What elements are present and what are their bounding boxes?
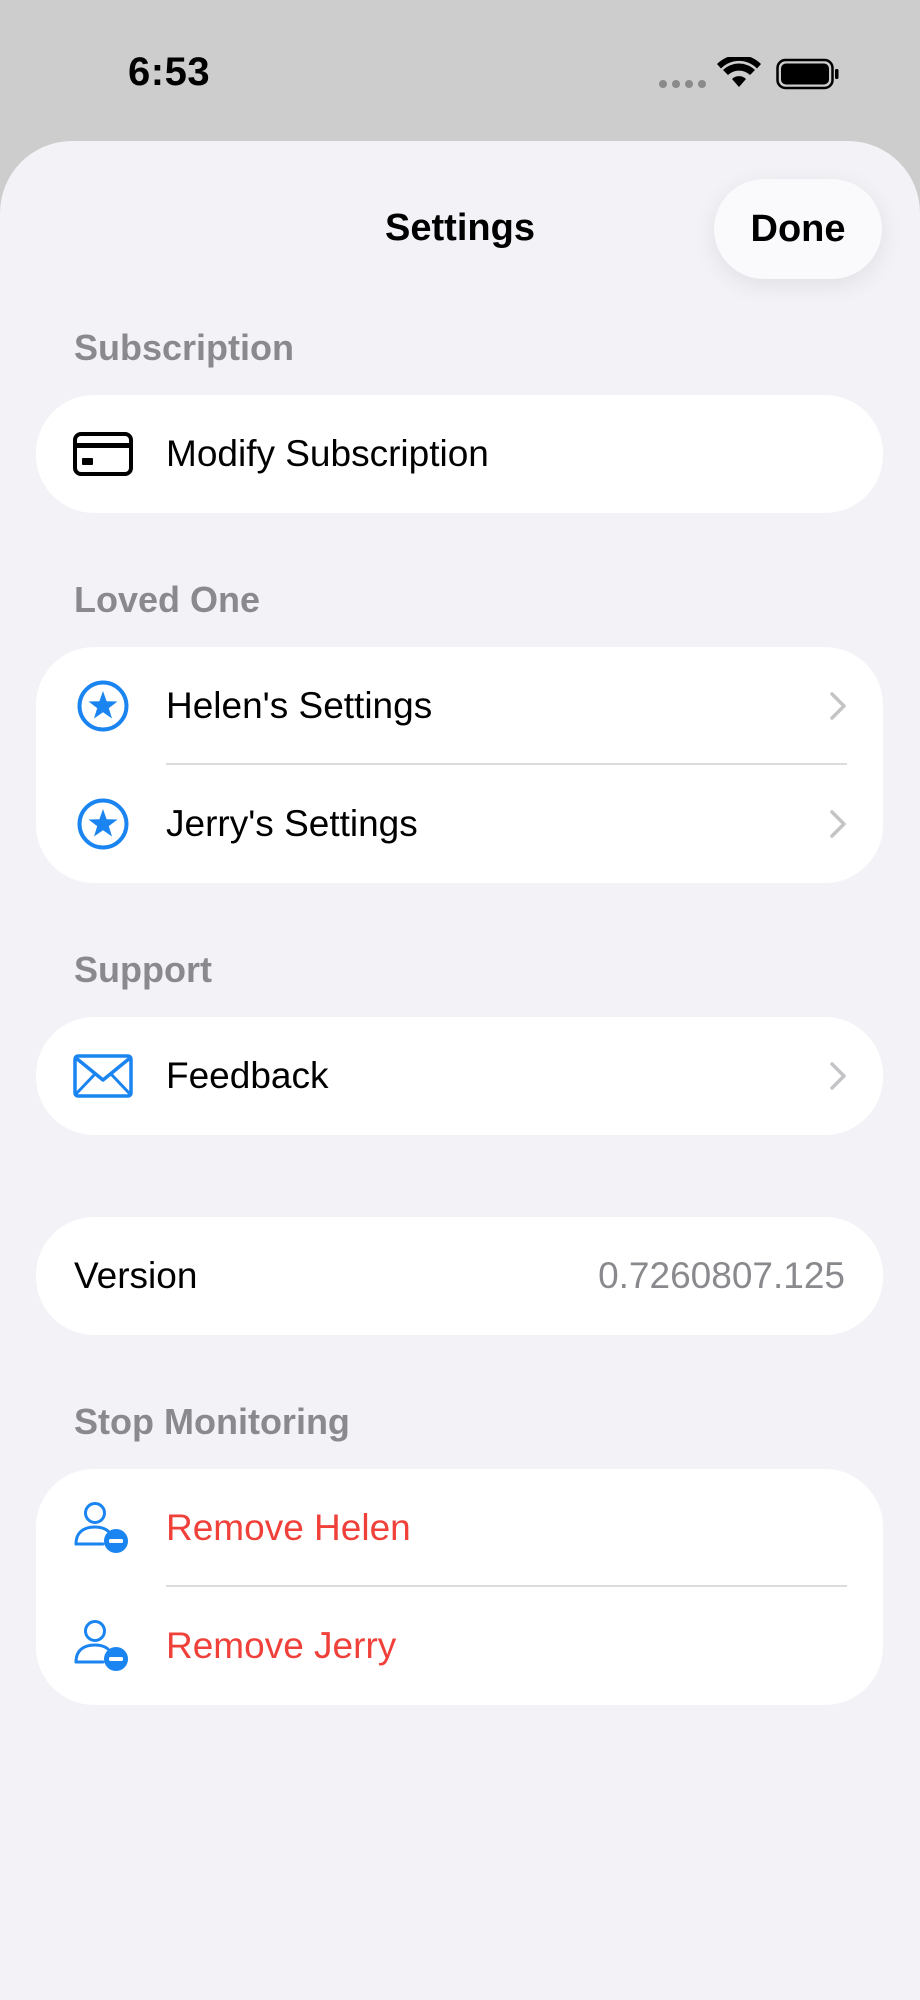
person-remove-icon: [72, 1615, 134, 1677]
star-circle-icon: [72, 675, 134, 737]
version-group: Version 0.7260807.125: [36, 1217, 883, 1335]
star-circle-icon: [72, 793, 134, 855]
remove-jerry-row[interactable]: Remove Jerry: [36, 1587, 883, 1705]
cellular-signal-icon: [659, 80, 706, 88]
section-header-loved-one: Loved One: [74, 579, 261, 620]
section-header-support: Support: [74, 949, 212, 990]
jerry-settings-label: Jerry's Settings: [166, 803, 418, 844]
jerry-settings-row[interactable]: Jerry's Settings: [36, 765, 883, 883]
remove-helen-label: Remove Helen: [166, 1507, 411, 1548]
status-time: 6:53: [128, 50, 211, 94]
version-value: 0.7260807.125: [598, 1255, 845, 1296]
feedback-label: Feedback: [166, 1055, 329, 1096]
feedback-row[interactable]: Feedback: [36, 1017, 883, 1135]
chevron-right-icon: [830, 692, 846, 720]
modify-subscription-row[interactable]: Modify Subscription: [36, 395, 883, 513]
modify-subscription-label: Modify Subscription: [166, 433, 489, 474]
version-label: Version: [74, 1255, 198, 1296]
version-row: Version 0.7260807.125: [36, 1217, 883, 1335]
battery-icon: [776, 58, 839, 90]
subscription-group: Modify Subscription: [36, 395, 883, 513]
loved-one-group: Helen's Settings Jerry's Settings: [36, 647, 883, 883]
wifi-icon: [717, 57, 761, 87]
envelope-icon: [72, 1045, 134, 1107]
remove-helen-row[interactable]: Remove Helen: [36, 1469, 883, 1587]
done-button[interactable]: Done: [714, 179, 882, 279]
chevron-right-icon: [830, 1062, 846, 1090]
credit-card-icon: [72, 423, 134, 485]
stop-monitoring-group: Remove Helen Remove Jerry: [36, 1469, 883, 1705]
remove-jerry-label: Remove Jerry: [166, 1625, 397, 1666]
person-remove-icon: [72, 1497, 134, 1559]
status-bar: 6:53: [0, 0, 920, 140]
section-header-subscription: Subscription: [74, 327, 295, 368]
helen-settings-row[interactable]: Helen's Settings: [36, 647, 883, 765]
support-group: Feedback: [36, 1017, 883, 1135]
helen-settings-label: Helen's Settings: [166, 685, 433, 726]
chevron-right-icon: [830, 810, 846, 838]
settings-sheet: Settings Done Subscription Modify Subscr…: [0, 141, 920, 2000]
section-header-stop-monitoring: Stop Monitoring: [74, 1401, 350, 1442]
